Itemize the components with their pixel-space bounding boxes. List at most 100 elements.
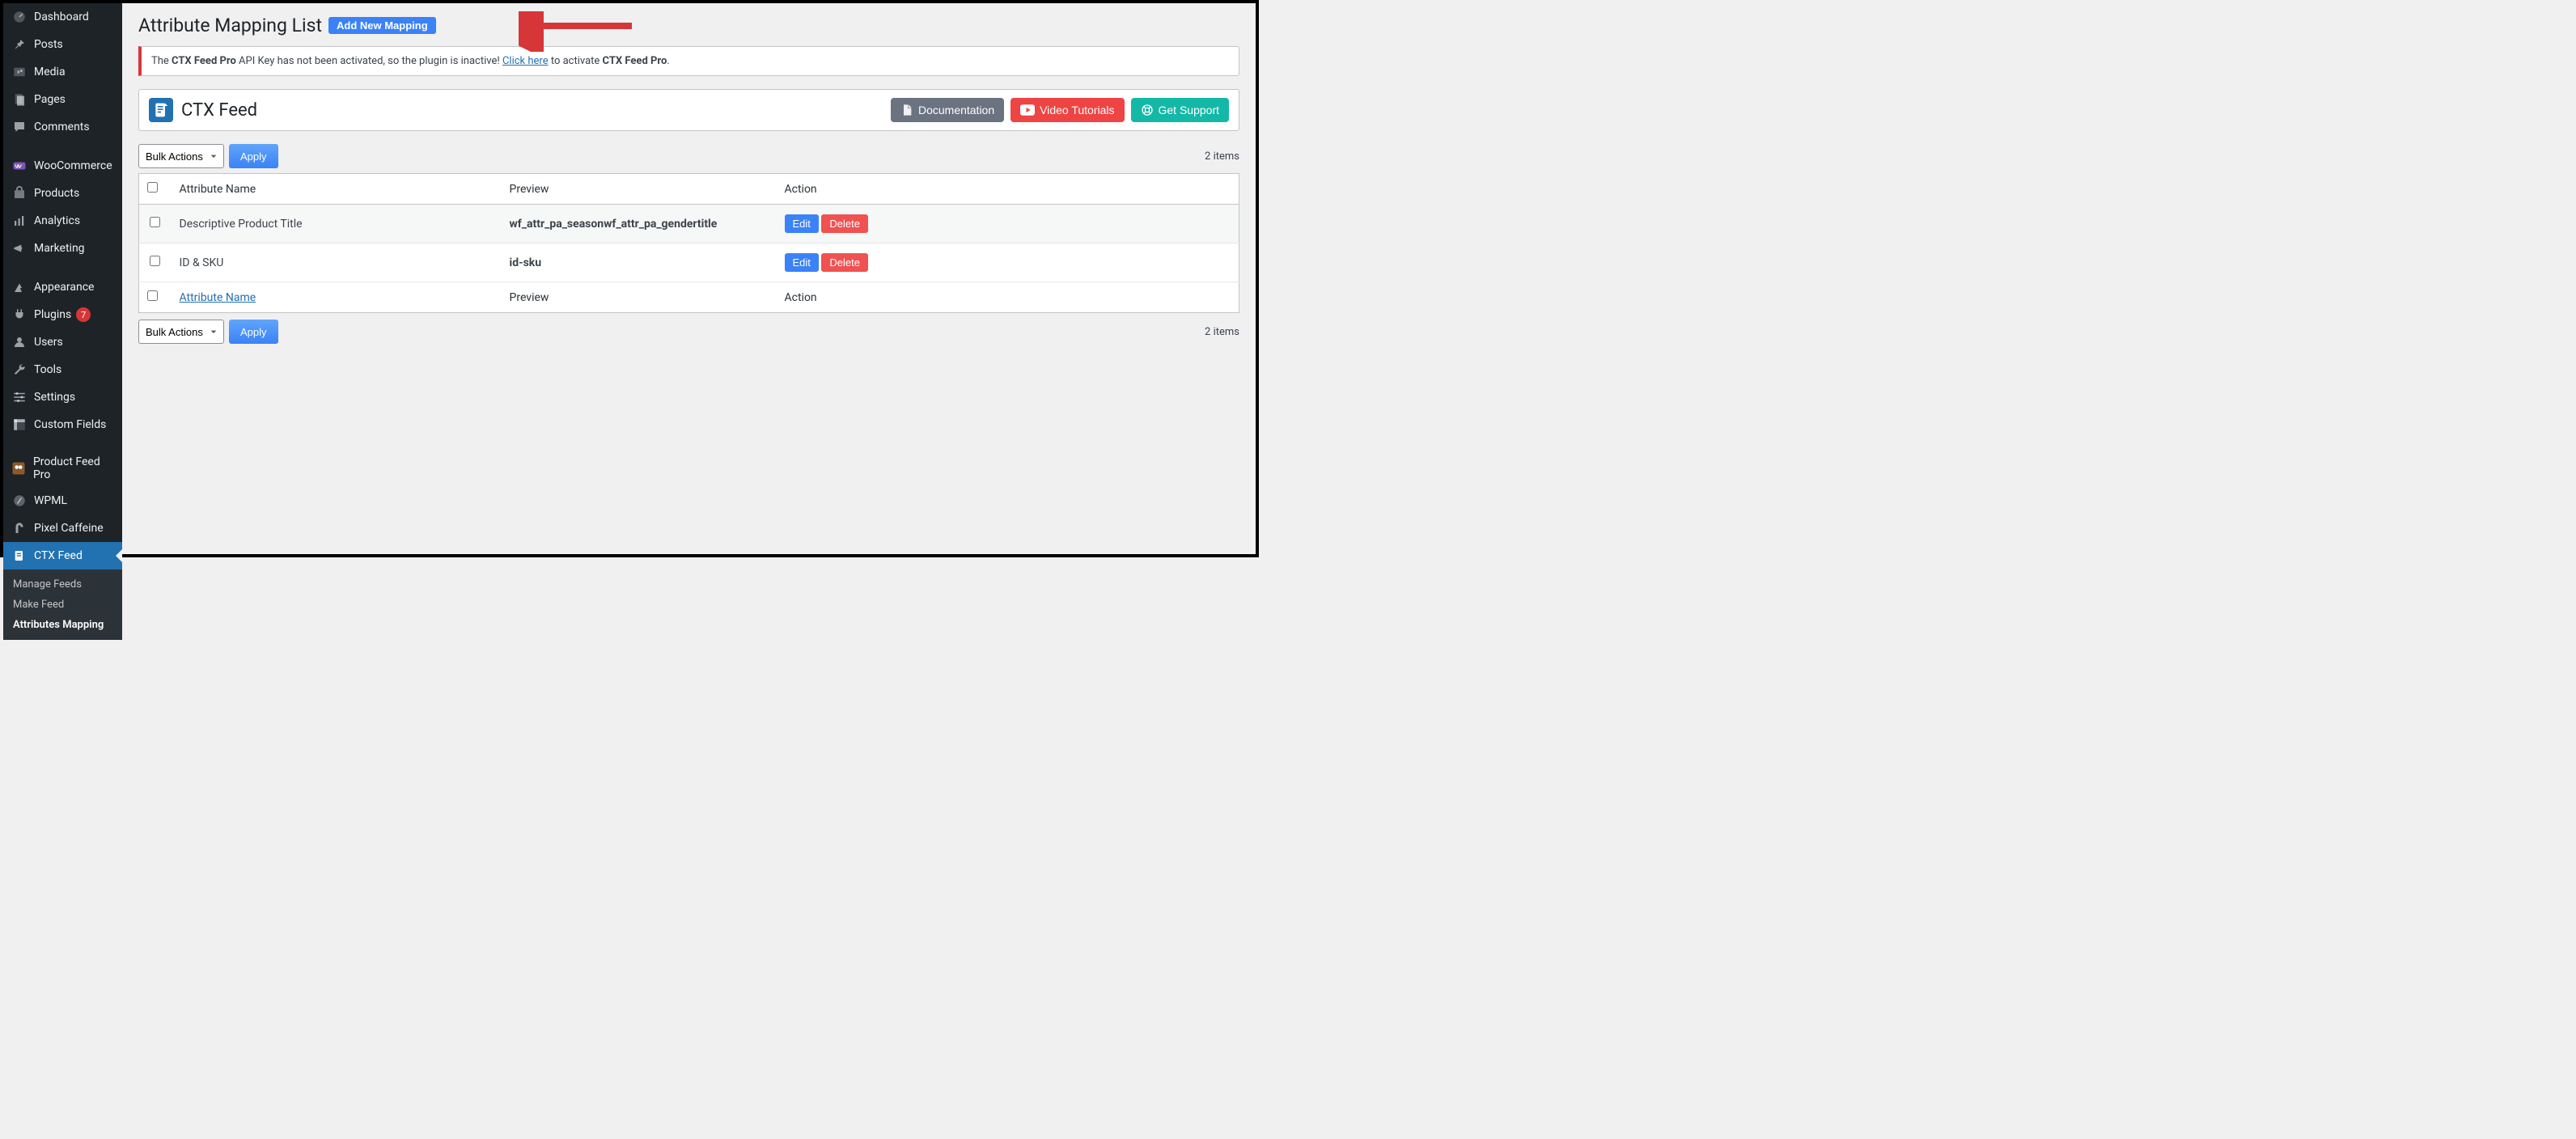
sidebar-item-product-feed-pro[interactable]: Product Feed Pro xyxy=(3,450,122,487)
col-preview-header: Preview xyxy=(502,174,777,205)
row-checkbox[interactable] xyxy=(150,256,160,266)
sidebar-item-users[interactable]: Users xyxy=(3,328,122,356)
sidebar-item-tools[interactable]: Tools xyxy=(3,356,122,383)
select-all-checkbox-top[interactable] xyxy=(147,182,158,193)
document-icon xyxy=(900,104,913,116)
dashboard-icon xyxy=(11,9,28,25)
sidebar-item-label: Pages xyxy=(34,93,66,106)
sidebar-item-label: Custom Fields xyxy=(34,418,106,431)
row-preview: id-sku xyxy=(502,243,777,282)
col-action-footer: Action xyxy=(777,282,1239,313)
sidebar-item-pages[interactable]: Pages xyxy=(3,86,122,113)
sidebar-item-comments[interactable]: Comments xyxy=(3,113,122,141)
sidebar-item-label: Settings xyxy=(34,391,75,404)
sidebar-item-custom-fields[interactable]: Custom Fields xyxy=(3,411,122,438)
inactive-plugin-notice: The CTX Feed Pro API Key has not been ac… xyxy=(138,46,1239,76)
sidebar-item-appearance[interactable]: Appearance xyxy=(3,273,122,301)
pin-icon xyxy=(11,36,28,53)
sidebar-item-media[interactable]: Media xyxy=(3,58,122,86)
users-icon xyxy=(11,334,28,350)
sidebar-item-label: Marketing xyxy=(34,242,85,255)
add-new-mapping-button[interactable]: Add New Mapping xyxy=(328,17,436,34)
col-attr-footer-link[interactable]: Attribute Name xyxy=(180,291,256,304)
col-action-header: Action xyxy=(777,174,1239,205)
ctx-feed-submenu: Manage FeedsMake FeedAttributes Mapping xyxy=(3,570,122,640)
row-actions: Edit Delete xyxy=(777,205,1239,243)
row-attr-name: ID & SKU xyxy=(172,243,502,282)
bulk-actions-select-bottom[interactable]: Bulk Actions xyxy=(138,320,224,344)
ctx-feed-logo-icon xyxy=(149,98,173,122)
submenu-item-attributes-mapping[interactable]: Attributes Mapping xyxy=(3,615,122,635)
media-icon xyxy=(11,64,28,80)
sidebar-item-label: Pixel Caffeine xyxy=(34,522,104,535)
sidebar-item-label: Users xyxy=(34,336,63,349)
get-support-button[interactable]: Get Support xyxy=(1131,98,1230,122)
sidebar-item-label: WPML xyxy=(34,494,67,507)
marketing-icon xyxy=(11,240,28,256)
table-row: ID & SKUid-skuEdit Delete xyxy=(139,243,1239,282)
mappings-table: Attribute Name Preview Action Descriptiv… xyxy=(138,173,1239,313)
row-preview: wf_attr_pa_seasonwf_attr_pa_gendertitle xyxy=(502,205,777,243)
pixel-icon xyxy=(11,520,28,536)
banner-title: CTX Feed xyxy=(181,100,257,121)
admin-sidebar: Dashboard Posts Media Pages Comments WooComme… xyxy=(3,3,122,554)
sidebar-item-label: Tools xyxy=(34,363,61,376)
products-icon xyxy=(11,185,28,201)
sidebar-item-label: Plugins xyxy=(34,308,71,321)
table-row: Descriptive Product Titlewf_attr_pa_seas… xyxy=(139,205,1239,243)
delete-button[interactable]: Delete xyxy=(821,253,868,272)
tools-icon xyxy=(11,362,28,378)
pages-icon xyxy=(11,91,28,108)
plugins-icon xyxy=(11,307,28,323)
youtube-icon xyxy=(1020,104,1035,116)
sidebar-item-ctx-feed[interactable]: CTX Feed xyxy=(3,542,122,570)
select-all-checkbox-bottom[interactable] xyxy=(147,290,158,301)
main-content: Attribute Mapping List Add New Mapping T… xyxy=(122,3,1256,554)
submenu-item-make-feed[interactable]: Make Feed xyxy=(3,595,122,615)
row-actions: Edit Delete xyxy=(777,243,1239,282)
sidebar-item-label: Analytics xyxy=(34,214,80,227)
sidebar-item-plugins[interactable]: Plugins7 xyxy=(3,301,122,328)
pfp-icon xyxy=(11,460,27,476)
sidebar-item-label: Media xyxy=(34,66,66,78)
analytics-icon xyxy=(11,213,28,229)
sidebar-item-label: Dashboard xyxy=(34,11,89,23)
row-checkbox[interactable] xyxy=(150,217,160,227)
sidebar-item-posts[interactable]: Posts xyxy=(3,31,122,58)
plugin-banner: CTX Feed Documentation Video Tutorials G… xyxy=(138,89,1239,131)
sidebar-item-woocommerce[interactable]: WooCommerce xyxy=(3,152,122,180)
sidebar-item-label: Product Feed Pro xyxy=(33,455,116,481)
sidebar-item-label: Comments xyxy=(34,121,90,133)
sidebar-item-dashboard[interactable]: Dashboard xyxy=(3,3,122,31)
apply-button-top[interactable]: Apply xyxy=(229,144,278,168)
sidebar-item-pixel-caffeine[interactable]: Pixel Caffeine xyxy=(3,514,122,542)
settings-icon xyxy=(11,389,28,405)
submenu-item-manage-feeds[interactable]: Manage Feeds xyxy=(3,574,122,595)
delete-button[interactable]: Delete xyxy=(821,214,868,233)
sidebar-item-marketing[interactable]: Marketing xyxy=(3,235,122,262)
apply-button-bottom[interactable]: Apply xyxy=(229,320,278,344)
col-preview-footer: Preview xyxy=(502,282,777,313)
sidebar-item-label: Appearance xyxy=(34,281,94,294)
sidebar-item-wpml[interactable]: WPML xyxy=(3,487,122,514)
lifebuoy-icon xyxy=(1141,104,1154,116)
documentation-button[interactable]: Documentation xyxy=(891,98,1004,122)
edit-button[interactable]: Edit xyxy=(785,253,819,272)
row-attr-name: Descriptive Product Title xyxy=(172,205,502,243)
customfields-icon xyxy=(11,417,28,433)
activate-link[interactable]: Click here xyxy=(502,55,549,67)
sidebar-item-analytics[interactable]: Analytics xyxy=(3,207,122,235)
items-count-bottom: 2 items xyxy=(1205,326,1239,338)
sidebar-item-label: CTX Feed xyxy=(34,549,83,562)
sidebar-item-label: Products xyxy=(34,187,79,200)
appearance-icon xyxy=(11,279,28,295)
edit-button[interactable]: Edit xyxy=(785,214,819,233)
video-tutorials-button[interactable]: Video Tutorials xyxy=(1010,98,1124,122)
col-attr-header[interactable]: Attribute Name xyxy=(172,174,502,205)
sidebar-item-settings[interactable]: Settings xyxy=(3,383,122,411)
bulk-actions-select-top[interactable]: Bulk Actions xyxy=(138,144,224,168)
wpml-icon xyxy=(11,493,28,509)
sidebar-item-label: Posts xyxy=(34,38,63,51)
notice-text: The CTX Feed Pro API Key has not been ac… xyxy=(151,55,670,67)
sidebar-item-products[interactable]: Products xyxy=(3,180,122,207)
